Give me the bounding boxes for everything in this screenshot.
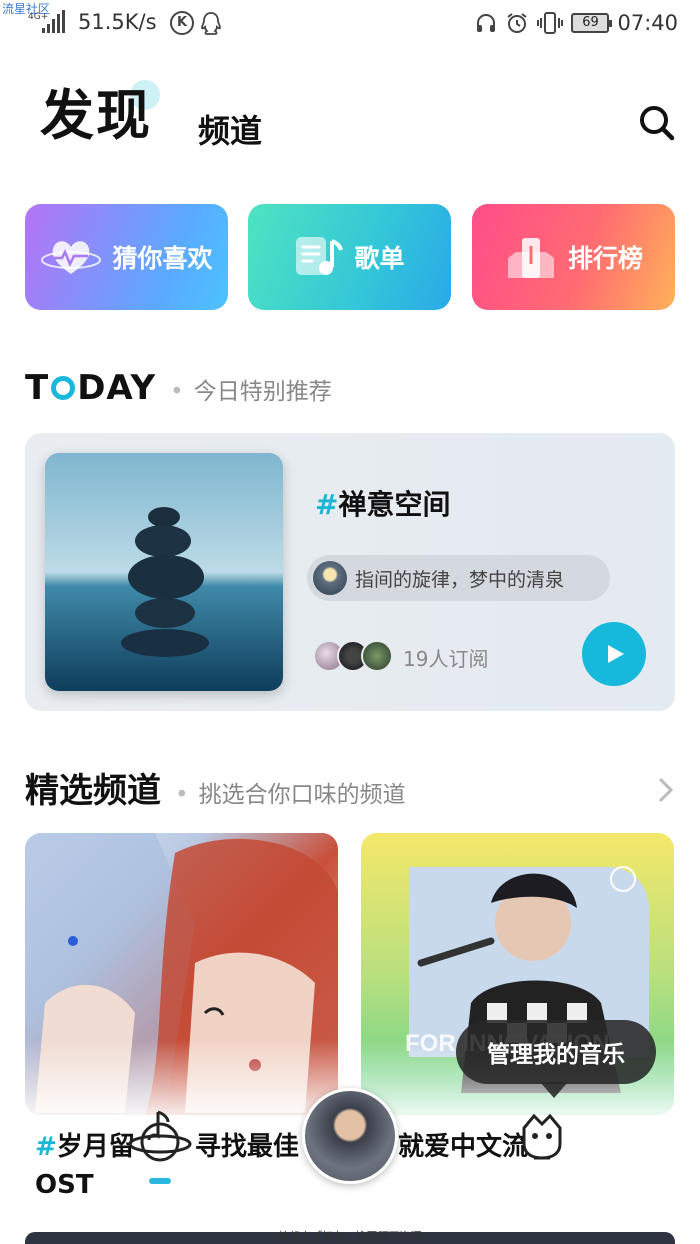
- search-icon[interactable]: [638, 104, 676, 142]
- play-button[interactable]: [582, 622, 646, 686]
- discover-page: 流星社区 4G+ 51.5K/s K 69 07:40 发现 频道 猜你喜欢 歌…: [0, 0, 700, 1244]
- desc-avatar: [313, 561, 347, 595]
- today-heading-t: T: [25, 368, 50, 408]
- subscriber-avatars: [313, 640, 393, 672]
- status-right: 69 07:40: [475, 8, 678, 38]
- status-bar: 流星社区 4G+ 51.5K/s K 69 07:40: [0, 0, 700, 48]
- k-app-icon: K: [170, 11, 194, 35]
- today-heading: T DAY: [25, 368, 156, 408]
- headphones-icon: [477, 14, 496, 32]
- buddy-icon[interactable]: [520, 1112, 564, 1168]
- today-cover-image[interactable]: [45, 453, 283, 691]
- vibrate-icon: [537, 12, 564, 34]
- today-recommend-card[interactable]: #禅意空间 指间的旋律，梦中的清泉 19人订阅: [25, 433, 675, 711]
- tab-channel[interactable]: 频道: [198, 106, 262, 152]
- featured-header: 精选频道 • 挑选合你口味的频道: [25, 763, 406, 812]
- network-speed: 51.5K/s: [78, 10, 157, 34]
- footer-watermark: 搞机上「智友」搜同题下资源: [278, 1230, 422, 1243]
- battery-indicator: 69: [571, 13, 613, 33]
- featured-title: 精选频道: [25, 771, 161, 811]
- subscriber-count: 19人订阅: [403, 647, 489, 671]
- today-subtitle: • 今日特别推荐: [170, 379, 332, 405]
- today-heading-day: DAY: [77, 368, 157, 408]
- today-card-desc: 指间的旋律，梦中的清泉: [355, 568, 565, 591]
- playlist-button[interactable]: 歌单: [248, 204, 451, 310]
- today-card-desc-pill[interactable]: 指间的旋律，梦中的清泉: [307, 555, 610, 601]
- featured-subtitle: • 挑选合你口味的频道: [175, 782, 406, 808]
- nav-active-indicator: [149, 1178, 171, 1184]
- zen-stones-image: [45, 453, 283, 691]
- heart-icon: [41, 241, 102, 274]
- channel-title-chinese[interactable]: 就爱中文流: [398, 1128, 528, 1166]
- planet-music-icon[interactable]: [128, 1108, 192, 1172]
- guess-you-like-button[interactable]: 猜你喜欢: [25, 204, 228, 310]
- ranking-button[interactable]: 排行榜: [472, 204, 675, 310]
- avatar: [361, 640, 393, 672]
- tooltip-tail: [540, 1082, 568, 1098]
- today-o-ring: [51, 376, 76, 400]
- today-card-title: #禅意空间: [315, 488, 451, 521]
- playlist-icon: [296, 237, 344, 275]
- user-avatar[interactable]: [302, 1088, 398, 1184]
- guess-you-like-label: 猜你喜欢: [112, 244, 213, 273]
- qq-icon: [201, 12, 221, 35]
- today-header: T DAY • 今日特别推荐: [25, 368, 332, 408]
- network-badge: 4G+: [28, 12, 48, 22]
- manage-music-tooltip[interactable]: 管理我的音乐: [456, 1020, 656, 1084]
- ranking-label: 排行榜: [567, 244, 643, 273]
- page-title[interactable]: 发现: [40, 84, 152, 148]
- chevron-right-icon[interactable]: [656, 776, 676, 804]
- play-icon: [608, 645, 624, 663]
- playlist-label: 歌单: [354, 244, 405, 273]
- ranking-icon: [507, 238, 554, 278]
- clock: 07:40: [617, 11, 678, 35]
- alarm-icon: [507, 13, 528, 33]
- signal-icon: 4G+: [28, 10, 65, 33]
